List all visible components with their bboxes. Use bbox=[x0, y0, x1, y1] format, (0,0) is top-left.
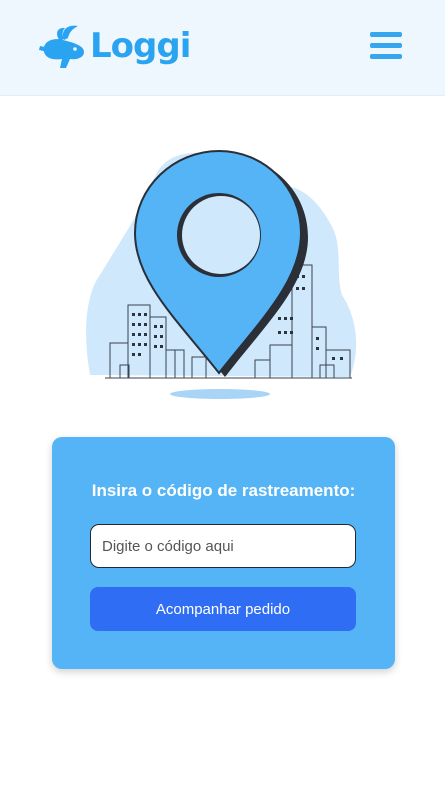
tracking-code-input[interactable] bbox=[90, 524, 356, 568]
brand-name: Loggi bbox=[90, 26, 191, 66]
header: Loggi bbox=[0, 0, 445, 96]
track-order-button[interactable]: Acompanhar pedido bbox=[90, 587, 356, 631]
hero-illustration bbox=[80, 145, 370, 405]
rabbit-icon bbox=[39, 25, 84, 68]
brand-logo[interactable]: Loggi bbox=[38, 20, 191, 72]
location-pin-city-illustration bbox=[86, 149, 357, 399]
menu-button[interactable] bbox=[366, 28, 406, 62]
tracking-title: Insira o código de rastreamento: bbox=[91, 481, 356, 500]
tracking-card: Insira o código de rastreamento: Acompan… bbox=[52, 437, 395, 669]
